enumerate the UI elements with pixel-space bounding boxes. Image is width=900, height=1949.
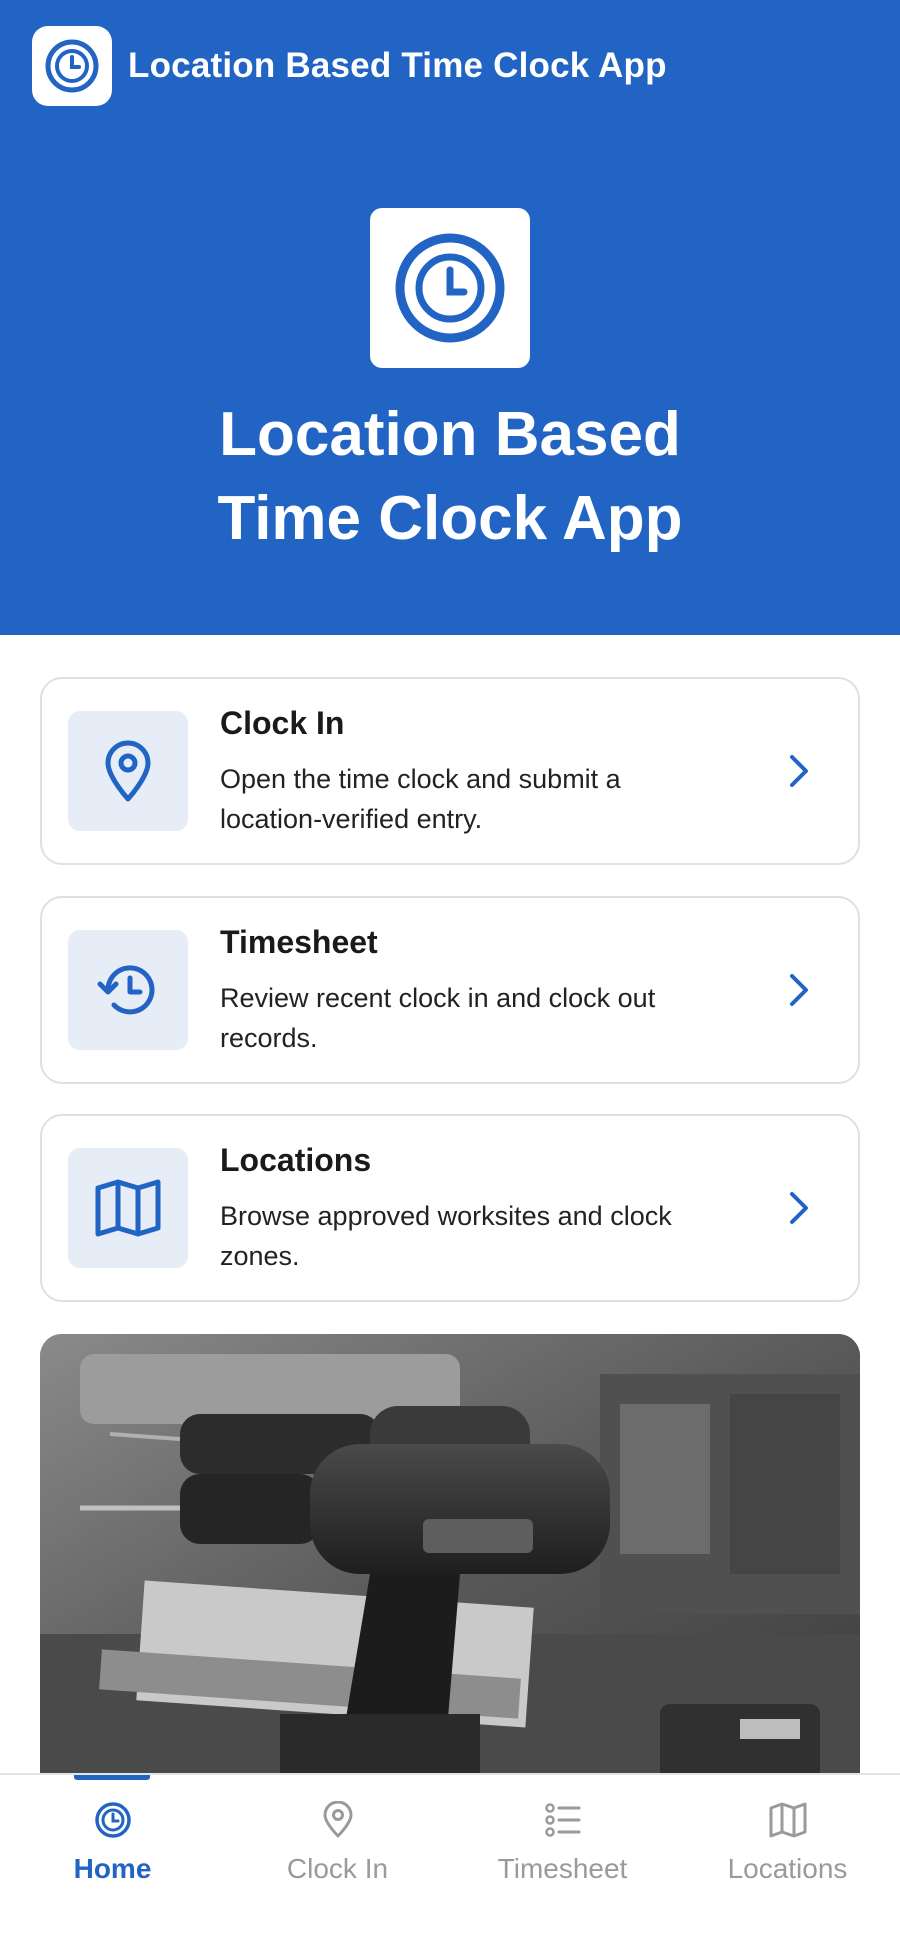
timesheet-card[interactable]: Timesheet Review recent clock in and clo… [40,896,860,1084]
location-pin-icon [105,740,151,802]
clock-in-card[interactable]: Clock In Open the time clock and submit … [40,677,860,865]
card-title: Timesheet [220,924,378,960]
drill-illustration [40,1334,860,1794]
clock-in-icon-tile [68,711,188,831]
app-header: Location Based Time Clock App Location B… [0,0,900,635]
nav-timesheet[interactable]: Timesheet [450,1775,675,1949]
nav-label: Locations [727,1853,848,1884]
card-title: Clock In [220,705,345,741]
app-logo [32,26,112,106]
history-icon [97,965,155,1015]
top-bar: Location Based Time Clock App [32,26,667,106]
app-title: Location Based Time Clock App [128,46,667,85]
card-description: Open the time clock and submit a locatio… [220,764,621,834]
hero-title: Location Based Time Clock App [0,393,900,561]
map-icon [95,1179,161,1237]
clock-icon [95,1802,131,1838]
hero-title-line1: Location Based [219,400,681,469]
clock-icon [45,39,99,93]
nav-label: Clock In [286,1853,389,1884]
timesheet-icon-tile [68,930,188,1050]
locations-card[interactable]: Locations Browse approved worksites and … [40,1114,860,1302]
location-pin-icon [323,1801,353,1838]
locations-icon-tile [68,1148,188,1268]
card-description: Browse approved worksites and clock zone… [220,1201,672,1271]
chevron-right-icon [790,974,808,1006]
active-indicator [74,1775,150,1780]
nav-label: Timesheet [497,1853,628,1884]
nav-label: Home [73,1853,152,1884]
nav-home[interactable]: Home [0,1775,225,1949]
list-icon [545,1803,581,1837]
hero-title-line2: Time Clock App [217,484,683,553]
nav-clock-in[interactable]: Clock In [225,1775,450,1949]
chevron-right-icon [790,1192,808,1224]
map-icon [769,1802,807,1838]
clock-icon [395,233,505,343]
drill-photo [40,1334,860,1794]
card-description: Review recent clock in and clock out rec… [220,983,656,1053]
hero-logo [370,208,530,368]
card-title: Locations [220,1142,372,1178]
bottom-nav: Home Clock In Timesheet Locations [0,1773,900,1949]
chevron-right-icon [790,755,808,787]
nav-locations[interactable]: Locations [675,1775,900,1949]
